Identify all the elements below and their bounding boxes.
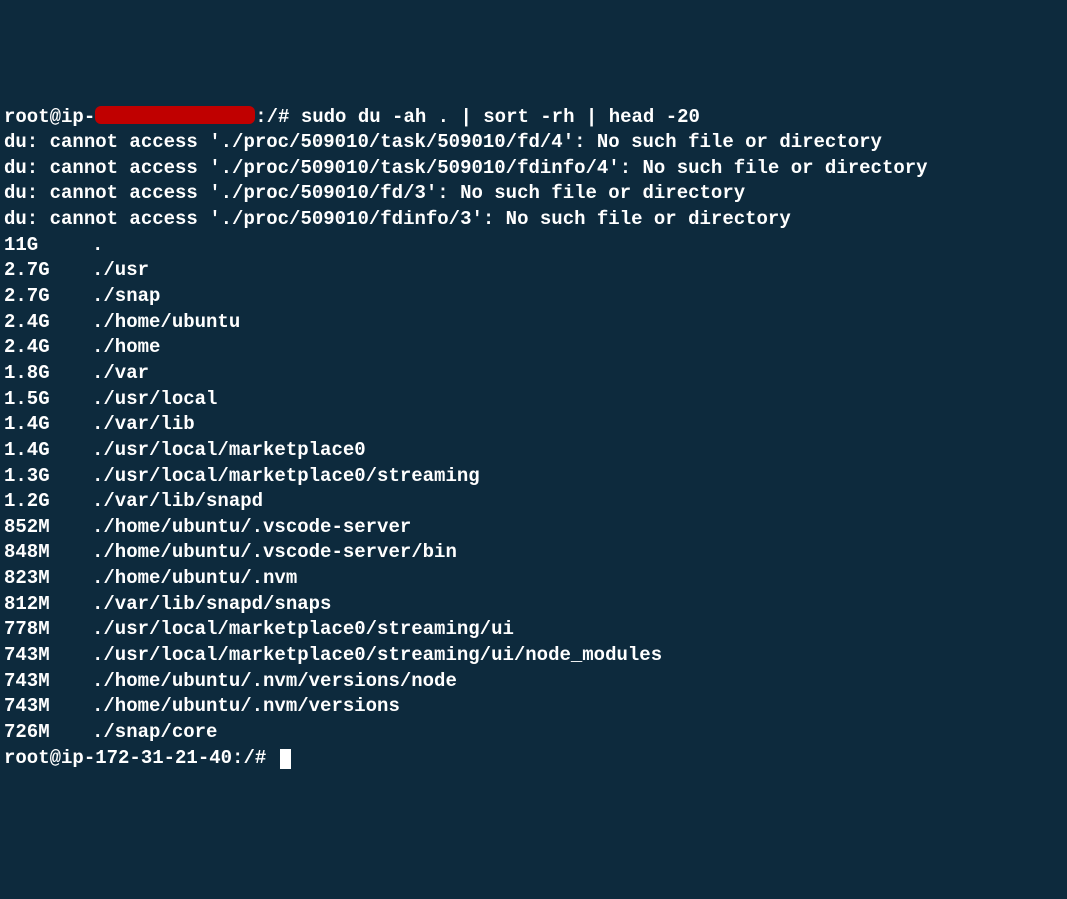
du-size: 743M: [4, 643, 92, 669]
du-row: 2.4G./home: [4, 335, 1063, 361]
du-path: ./snap/core: [92, 721, 217, 743]
du-row: 2.4G./home/ubuntu: [4, 310, 1063, 336]
du-row: 812M./var/lib/snapd/snaps: [4, 592, 1063, 618]
prompt-line-1: root@ip- :/# sudo du -ah . | sort -rh | h…: [4, 105, 1063, 131]
du-size: 11G: [4, 233, 92, 259]
du-row: 11G.: [4, 233, 1063, 259]
du-row: 726M./snap/core: [4, 720, 1063, 746]
du-path: ./var/lib/snapd/snaps: [92, 593, 331, 615]
du-size: 2.7G: [4, 284, 92, 310]
du-size: 823M: [4, 566, 92, 592]
entered-command: sudo du -ah . | sort -rh | head -20: [301, 106, 700, 128]
du-path: ./home: [92, 336, 160, 358]
du-path: ./usr: [92, 259, 149, 281]
du-size: 852M: [4, 515, 92, 541]
du-row: 743M./usr/local/marketplace0/streaming/u…: [4, 643, 1063, 669]
du-size: 848M: [4, 540, 92, 566]
du-path: ./var/lib: [92, 413, 195, 435]
terminal-output[interactable]: root@ip- :/# sudo du -ah . | sort -rh | h…: [4, 105, 1063, 772]
error-line: du: cannot access './proc/509010/task/50…: [4, 130, 1063, 156]
du-row: 823M./home/ubuntu/.nvm: [4, 566, 1063, 592]
prompt-user-host: root@ip-: [4, 106, 95, 128]
du-size: 2.4G: [4, 310, 92, 336]
du-path: ./usr/local/marketplace0/streaming/ui/no…: [92, 644, 662, 666]
du-row: 1.8G./var: [4, 361, 1063, 387]
du-path: ./snap: [92, 285, 160, 307]
error-line: du: cannot access './proc/509010/fd/3': …: [4, 181, 1063, 207]
du-path: ./home/ubuntu/.vscode-server/bin: [92, 541, 457, 563]
redacted-hostname: [95, 106, 255, 124]
du-row: 2.7G./usr: [4, 258, 1063, 284]
du-path: ./usr/local: [92, 388, 217, 410]
du-size: 1.2G: [4, 489, 92, 515]
du-path: ./usr/local/marketplace0/streaming/ui: [92, 618, 514, 640]
prompt-path: :/#: [255, 106, 289, 128]
du-size: 1.8G: [4, 361, 92, 387]
du-row: 743M./home/ubuntu/.nvm/versions/node: [4, 669, 1063, 695]
du-path: ./usr/local/marketplace0: [92, 439, 366, 461]
du-size: 1.4G: [4, 412, 92, 438]
du-path: ./home/ubuntu/.nvm/versions: [92, 695, 400, 717]
du-row: 1.5G./usr/local: [4, 387, 1063, 413]
du-size: 743M: [4, 694, 92, 720]
du-row: 848M./home/ubuntu/.vscode-server/bin: [4, 540, 1063, 566]
du-path: ./var: [92, 362, 149, 384]
du-path: ./var/lib/snapd: [92, 490, 263, 512]
du-row: 743M./home/ubuntu/.nvm/versions: [4, 694, 1063, 720]
du-path: ./usr/local/marketplace0/streaming: [92, 465, 480, 487]
prompt-current: root@ip-172-31-21-40:/#: [4, 747, 266, 769]
error-line: du: cannot access './proc/509010/fdinfo/…: [4, 207, 1063, 233]
du-size: 1.4G: [4, 438, 92, 464]
prompt-line-2: root@ip-172-31-21-40:/#: [4, 746, 1063, 772]
du-size: 726M: [4, 720, 92, 746]
du-size: 1.5G: [4, 387, 92, 413]
du-path: ./home/ubuntu: [92, 311, 240, 333]
du-path: ./home/ubuntu/.vscode-server: [92, 516, 411, 538]
du-row: 2.7G./snap: [4, 284, 1063, 310]
du-row: 852M./home/ubuntu/.vscode-server: [4, 515, 1063, 541]
du-size: 1.3G: [4, 464, 92, 490]
du-size: 2.7G: [4, 258, 92, 284]
du-row: 1.2G./var/lib/snapd: [4, 489, 1063, 515]
du-row: 1.4G./var/lib: [4, 412, 1063, 438]
du-size: 778M: [4, 617, 92, 643]
du-size: 743M: [4, 669, 92, 695]
cursor: [280, 749, 291, 769]
du-row: 1.4G./usr/local/marketplace0: [4, 438, 1063, 464]
du-row: 778M./usr/local/marketplace0/streaming/u…: [4, 617, 1063, 643]
du-row: 1.3G./usr/local/marketplace0/streaming: [4, 464, 1063, 490]
du-size: 2.4G: [4, 335, 92, 361]
du-size: 812M: [4, 592, 92, 618]
du-path: .: [92, 234, 103, 256]
du-path: ./home/ubuntu/.nvm: [92, 567, 297, 589]
error-line: du: cannot access './proc/509010/task/50…: [4, 156, 1063, 182]
